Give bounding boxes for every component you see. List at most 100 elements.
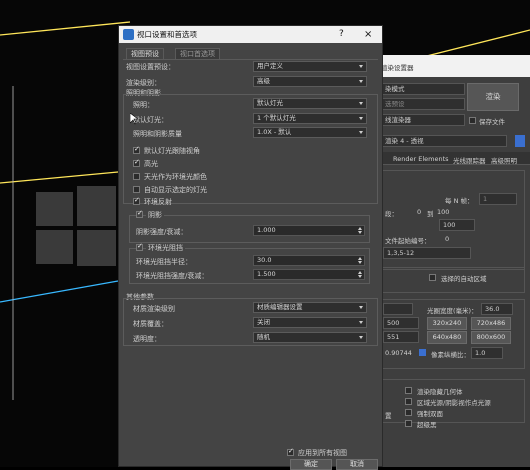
ao-intensity-spinner[interactable]: 1.500	[253, 269, 365, 280]
range-from[interactable]: 0	[417, 208, 421, 216]
pixel-aspect-label: 像素纵横比：	[431, 351, 470, 359]
dialog-titlebar: 视口设置和首选项 ? ×	[119, 26, 382, 43]
help-button[interactable]: ?	[339, 26, 344, 43]
spinner-down-icon	[358, 275, 362, 278]
chevron-down-icon	[359, 117, 363, 120]
viewport-preset-select[interactable]: 用户定义	[253, 61, 367, 72]
frames-input[interactable]: 1,3,5-12	[383, 247, 471, 259]
preset-res-4[interactable]: 800x600	[471, 331, 511, 344]
render-setup-titlebar: 渲染设置器	[375, 55, 530, 77]
material-override-select[interactable]: 关闭	[253, 317, 367, 328]
render-level-label: 渲染级别：	[126, 79, 161, 87]
tab-advanced-lighting[interactable]: 高级照明	[491, 155, 517, 165]
every-n-frame-input[interactable]: 1	[479, 193, 517, 205]
app-icon	[123, 29, 134, 40]
super-black-checkbox[interactable]	[405, 420, 412, 427]
ao-radius-label: 环境光阻挡半径：	[136, 258, 192, 266]
ok-button[interactable]: 确定	[290, 459, 332, 470]
tab-raytracer[interactable]: 光线跟踪器	[453, 155, 486, 165]
aperture-input[interactable]: 36.0	[481, 303, 513, 315]
spinner-up-icon	[358, 227, 362, 230]
apply-all-checkbox[interactable]	[287, 447, 294, 456]
area-lights-checkbox[interactable]	[405, 398, 412, 405]
render-hidden-checkbox[interactable]	[405, 387, 412, 394]
preset-res-1[interactable]: 320x240	[427, 317, 467, 330]
ao-radius-spinner[interactable]: 30.0	[253, 255, 365, 266]
spinner-down-icon	[358, 231, 362, 234]
render-hidden-label: 渲染隐藏几何体	[417, 388, 463, 396]
close-button[interactable]: ×	[364, 26, 372, 43]
range-to-label: 到	[427, 210, 434, 218]
render-setup-dialog: 渲染设置器 染模式 选预设 线渲染器 渲染 保存文件 渲染 4 - 透视 Ren…	[374, 55, 530, 467]
save-file-checkbox[interactable]	[469, 117, 476, 124]
tab-viewport-preferences[interactable]: 视口首选项	[175, 48, 220, 59]
ao-checkbox[interactable]	[136, 242, 143, 251]
chevron-down-icon	[359, 321, 363, 324]
render-preset-select[interactable]: 选预设	[381, 98, 465, 110]
tab-viewport-presets[interactable]: 视图预设	[126, 48, 164, 59]
preset-res-3[interactable]: 640x480	[427, 331, 467, 344]
range-to[interactable]: 100	[437, 208, 449, 216]
pixel-aspect-input[interactable]: 1.0	[471, 347, 503, 359]
default-lights-select[interactable]: 1 个默认灯光	[253, 113, 367, 124]
chevron-down-icon	[359, 65, 363, 68]
super-black-label: 超级黑	[417, 421, 437, 429]
chevron-down-icon	[359, 131, 363, 134]
shadow-checkbox[interactable]	[136, 209, 143, 218]
transparency-label: 透明度：	[133, 335, 161, 343]
aperture-label: 光圈宽度(毫米)：	[427, 307, 478, 315]
render-mode-select[interactable]: 染模式	[381, 83, 465, 95]
spinner-up-icon	[358, 271, 362, 274]
chevron-down-icon	[359, 306, 363, 309]
ao-group-label: 环境光阻挡	[146, 243, 185, 253]
preset-res-2[interactable]: 720x486	[471, 317, 511, 330]
aspect-lock-icon[interactable]	[419, 349, 426, 356]
auto-region-label: 选择的自动区域	[441, 275, 487, 283]
material-render-select[interactable]: 材质编辑器设置	[253, 302, 367, 313]
aspect-value: 0.90744	[385, 349, 412, 357]
render-button[interactable]: 渲染	[467, 83, 519, 111]
tab-render-elements[interactable]: Render Elements	[393, 155, 449, 163]
auto-region-checkbox[interactable]	[429, 274, 436, 281]
file-start-value[interactable]: 0	[445, 235, 449, 243]
env-reflection-checkbox[interactable]	[133, 196, 140, 205]
shadow-quality-label: 照明和阴影质量	[133, 130, 182, 138]
sky-as-env-label: 天光作为环境光颜色	[144, 173, 207, 181]
every-n-frame-label: 每 N 帧：	[445, 197, 474, 205]
auto-show-selected-checkbox[interactable]	[133, 186, 140, 193]
chevron-down-icon	[359, 336, 363, 339]
render-level-select[interactable]: 高级	[253, 76, 367, 87]
area-lights-label: 区域光源/阴影视作点光源	[417, 399, 491, 407]
render-setup-title: 渲染设置器	[381, 64, 414, 72]
sky-as-env-checkbox[interactable]	[133, 173, 140, 180]
range-label: 段：	[385, 210, 398, 218]
ao-intensity-label: 环境光阻挡强度/衰减：	[136, 272, 209, 280]
height-input[interactable]: 551	[383, 331, 419, 343]
viewport-line-yellow-left	[0, 171, 119, 184]
width-input[interactable]: 500	[383, 317, 419, 329]
shadow-intensity-spinner[interactable]: 1.000	[253, 225, 365, 236]
shadow-quality-select[interactable]: 1.0X - 默认	[253, 127, 367, 138]
transparency-select[interactable]: 随机	[253, 332, 367, 343]
option-truncated-label: 置	[385, 412, 392, 420]
env-reflection-label: 环境反射	[144, 198, 172, 206]
frame-to-input[interactable]: 100	[439, 219, 475, 231]
lighting-select[interactable]: 默认灯光	[253, 98, 367, 109]
shadow-intensity-label: 阴影强度/衰减：	[136, 228, 188, 236]
view-to-render-select[interactable]: 渲染 4 - 透视	[381, 135, 507, 147]
cancel-button[interactable]: 取消	[336, 459, 378, 470]
viewport-settings-dialog: 视口设置和首选项 ? × 视图预设 视口首选项 视图设置预设： 用户定义 渲染级…	[118, 25, 383, 470]
highlight-checkbox[interactable]	[133, 158, 140, 167]
lock-icon[interactable]	[515, 135, 525, 147]
highlight-label: 高光	[144, 160, 158, 168]
dialog-title: 视口设置和首选项	[137, 30, 197, 39]
spinner-up-icon	[358, 257, 362, 260]
force-2sided-checkbox[interactable]	[405, 409, 412, 416]
default-light-follow-checkbox[interactable]	[133, 145, 140, 154]
material-override-label: 材质覆盖：	[133, 320, 168, 328]
auto-show-selected-label: 自动显示选定的灯光	[144, 186, 207, 194]
viewport-line-yellow-top	[0, 21, 131, 36]
save-file-label: 保存文件	[479, 118, 505, 126]
output-size-select[interactable]	[383, 303, 413, 315]
renderer-select[interactable]: 线渲染器	[381, 114, 465, 126]
